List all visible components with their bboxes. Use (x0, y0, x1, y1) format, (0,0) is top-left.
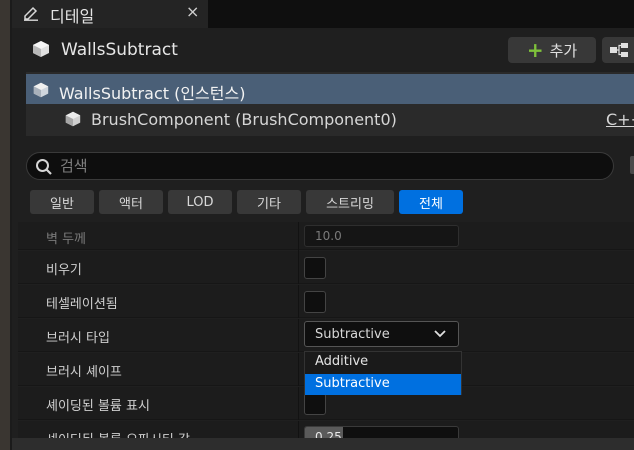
blueprint-icon (610, 43, 628, 57)
combo-value: Subtractive (315, 327, 390, 342)
property-label: 벽 두께 (46, 232, 87, 247)
property-label: 브러시 셰이프 (46, 365, 122, 380)
property-row-brush-type: 브러시 타입 Subtractive (18, 319, 634, 352)
wall-thickness-field[interactable]: 10.0 (304, 225, 459, 247)
tab-details[interactable]: 디테일 × (12, 0, 208, 28)
column-divider (298, 285, 299, 318)
property-label: 브러시 타입 (46, 331, 110, 346)
category-lod[interactable]: LOD (168, 190, 232, 214)
chevron-down-icon (434, 330, 446, 338)
dropdown-option-additive[interactable]: Additive (305, 352, 461, 373)
cube-icon (33, 41, 49, 57)
property-label: 셰이딩된 볼륨 표시 (46, 399, 150, 414)
column-divider (298, 353, 299, 386)
object-header: WallsSubtract + 추가 (12, 28, 634, 68)
tree-item-label: WallsSubtract (인스턴스) (59, 84, 246, 103)
filter-icon[interactable] (630, 156, 634, 174)
panel-footer (12, 438, 634, 450)
blueprint-button[interactable] (602, 37, 634, 63)
dropdown-option-subtractive[interactable]: Subtractive (305, 374, 461, 395)
column-divider (298, 387, 299, 420)
brush-type-dropdown: Additive Subtractive (304, 351, 462, 395)
tab-bar: 디테일 × (12, 0, 634, 28)
category-actor[interactable]: 액터 (99, 190, 163, 214)
brush-type-combo[interactable]: Subtractive (304, 321, 459, 347)
column-divider (298, 319, 299, 352)
object-name: WallsSubtract (61, 40, 178, 60)
column-divider (298, 251, 299, 284)
tree-item-instance[interactable]: WallsSubtract (인스턴스) (26, 74, 634, 104)
property-label: 비우기 (46, 263, 82, 278)
category-general[interactable]: 일반 (30, 190, 94, 214)
add-component-button[interactable]: + 추가 (508, 37, 596, 63)
category-misc[interactable]: 기타 (237, 190, 301, 214)
close-icon[interactable]: × (186, 2, 199, 21)
property-row-wall-thickness: 벽 두께 10.0 (18, 222, 634, 255)
tab-title: 디테일 (50, 7, 95, 26)
plus-icon: + (526, 38, 544, 62)
property-row-hollow: 비우기 (18, 251, 634, 284)
cube-icon (33, 82, 49, 98)
category-all[interactable]: 전체 (399, 190, 463, 214)
component-tree: WallsSubtract (인스턴스) BrushComponent (Bru… (26, 72, 634, 136)
add-button-label: 추가 (549, 41, 578, 60)
category-streaming[interactable]: 스트리밍 (306, 190, 394, 214)
hollow-checkbox[interactable] (304, 257, 326, 279)
viewport-edge (0, 0, 12, 450)
search-icon (36, 159, 52, 175)
tessellated-checkbox[interactable] (304, 291, 326, 313)
search-box[interactable] (26, 152, 614, 180)
property-label: 테셀레이션됨 (46, 297, 118, 312)
property-row-tessellated: 테셀레이션됨 (18, 285, 634, 318)
cpp-link[interactable]: C++ (606, 110, 634, 129)
search-input[interactable] (60, 156, 600, 176)
cube-icon (65, 111, 81, 127)
shaded-volume-checkbox[interactable] (304, 393, 326, 415)
edit-icon (24, 6, 38, 21)
tree-item-label: BrushComponent (BrushComponent0) (91, 110, 397, 129)
tree-item-brush-component[interactable]: BrushComponent (BrushComponent0) C++ (26, 105, 634, 135)
